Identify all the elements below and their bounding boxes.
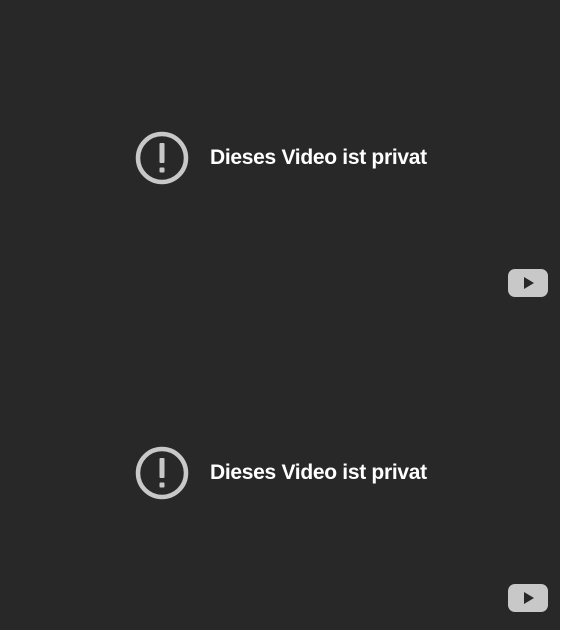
page: Dieses Video ist privat Dieses Video ist…: [0, 0, 564, 631]
error-message-row: Dieses Video ist privat: [135, 131, 427, 185]
exclamation-circle-icon: [135, 131, 189, 185]
error-message: Dieses Video ist privat: [210, 461, 427, 484]
exclamation-circle-icon: [135, 446, 189, 500]
error-message-row: Dieses Video ist privat: [135, 446, 427, 500]
error-message: Dieses Video ist privat: [210, 146, 427, 169]
youtube-logo-icon[interactable]: [507, 268, 549, 298]
video-embed-2[interactable]: Dieses Video ist privat: [0, 315, 560, 630]
video-embed-1[interactable]: Dieses Video ist privat: [0, 0, 560, 315]
youtube-logo-icon[interactable]: [507, 583, 549, 613]
